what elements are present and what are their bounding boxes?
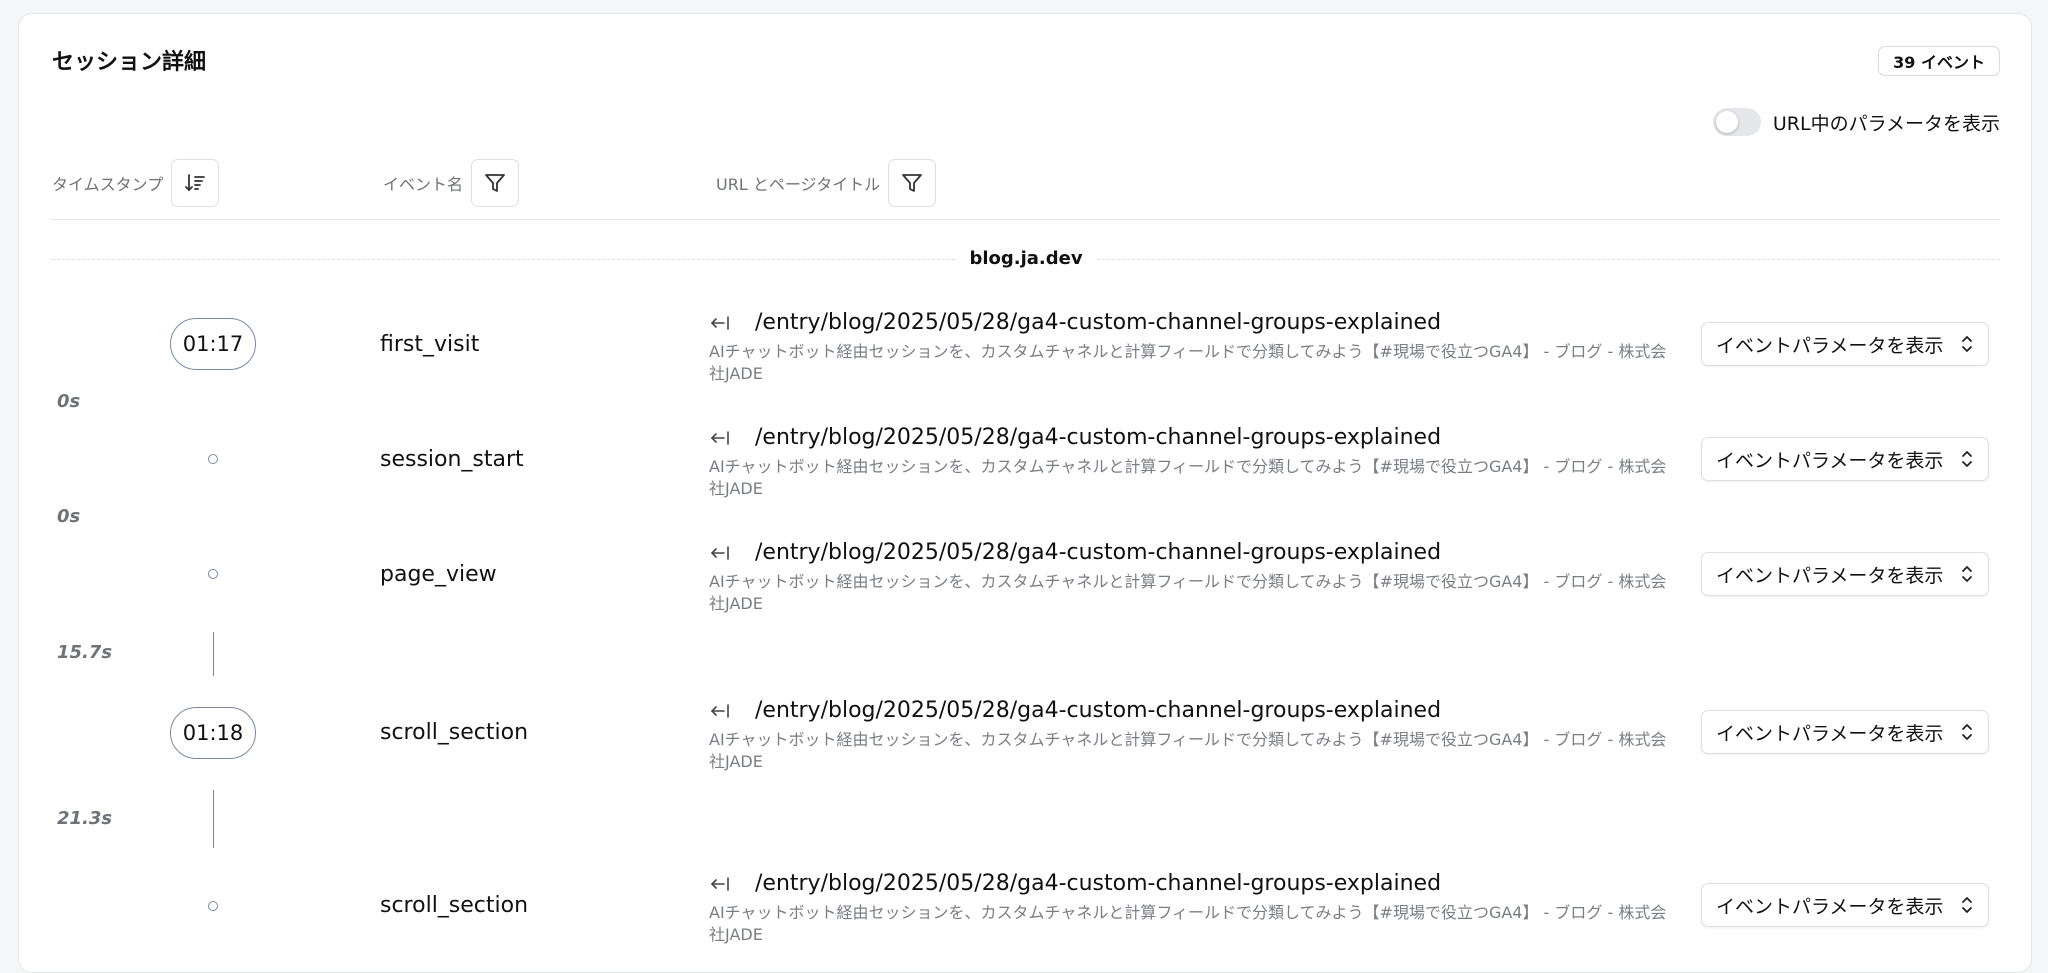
event-name: scroll_section — [380, 720, 529, 745]
url-block: /entry/blog/2025/05/28/ga4-custom-channe… — [709, 310, 1689, 385]
event-param-select[interactable]: イベントパラメータを表示 — [1701, 437, 1989, 481]
sort-descending-icon — [185, 174, 206, 192]
url-block: /entry/blog/2025/05/28/ga4-custom-channe… — [709, 871, 1689, 946]
url-path: /entry/blog/2025/05/28/ga4-custom-channe… — [755, 698, 1442, 723]
domain-label: blog.ja.dev — [955, 248, 1097, 269]
chevron-updown-icon — [1962, 451, 1972, 467]
page-title: セッション詳細 — [52, 50, 207, 75]
column-header-timestamp: タイムスタンプ — [52, 159, 220, 207]
url-path: /entry/blog/2025/05/28/ga4-custom-channe… — [755, 540, 1442, 565]
url-path: /entry/blog/2025/05/28/ga4-custom-channe… — [755, 871, 1442, 896]
page-title-text: AIチャットボット経由セッションを、カスタムチャネルと計算フィールドで分類してみ… — [709, 903, 1667, 944]
url-path: /entry/blog/2025/05/28/ga4-custom-channe… — [755, 425, 1442, 450]
event-param-select[interactable]: イベントパラメータを表示 — [1701, 322, 1989, 366]
sort-button[interactable] — [171, 159, 220, 207]
time-pill: 01:17 — [170, 318, 256, 370]
entry-arrow-icon — [709, 701, 733, 721]
event-name-filter-button[interactable] — [471, 159, 520, 207]
column-header-url: URL とページタイトル — [716, 159, 937, 207]
page-title-text: AIチャットボット経由セッションを、カスタムチャネルと計算フィールドで分類してみ… — [709, 342, 1667, 383]
header-divider — [52, 219, 2000, 220]
entry-arrow-icon — [709, 313, 733, 333]
filter-icon — [902, 174, 923, 192]
event-param-select[interactable]: イベントパラメータを表示 — [1701, 883, 1989, 927]
timeline-connector — [213, 632, 214, 676]
select-label: イベントパラメータを表示 — [1716, 895, 1944, 918]
duration-label: 0s — [57, 506, 81, 527]
select-label: イベントパラメータを表示 — [1716, 564, 1944, 587]
url-filter-button[interactable] — [888, 159, 937, 207]
page-title-text: AIチャットボット経由セッションを、カスタムチャネルと計算フィールドで分類してみ… — [709, 730, 1667, 771]
column-label-timestamp: タイムスタンプ — [52, 175, 164, 194]
url-block: /entry/blog/2025/05/28/ga4-custom-channe… — [709, 425, 1689, 500]
timeline-connector — [213, 790, 214, 848]
select-label: イベントパラメータを表示 — [1716, 449, 1944, 472]
entry-arrow-icon — [709, 874, 733, 894]
url-path: /entry/blog/2025/05/28/ga4-custom-channe… — [755, 310, 1442, 335]
duration-label: 0s — [57, 391, 81, 412]
domain-separator: blog.ja.dev — [52, 248, 2000, 272]
column-label-url: URL とページタイトル — [716, 175, 881, 194]
select-label: イベントパラメータを表示 — [1716, 722, 1944, 745]
chevron-updown-icon — [1962, 897, 1972, 913]
timeline-dot — [208, 454, 218, 464]
page-title-text: AIチャットボット経由セッションを、カスタムチャネルと計算フィールドで分類してみ… — [709, 457, 1667, 498]
chevron-updown-icon — [1962, 566, 1972, 582]
event-name: session_start — [380, 447, 524, 472]
event-param-select[interactable]: イベントパラメータを表示 — [1701, 552, 1989, 596]
select-label: イベントパラメータを表示 — [1716, 334, 1944, 357]
page-title-text: AIチャットボット経由セッションを、カスタムチャネルと計算フィールドで分類してみ… — [709, 572, 1667, 613]
event-name: page_view — [380, 562, 497, 587]
url-block: /entry/blog/2025/05/28/ga4-custom-channe… — [709, 698, 1689, 773]
url-param-toggle-switch[interactable] — [1712, 108, 1761, 136]
timeline-dot — [208, 569, 218, 579]
column-header-event-name: イベント名 — [383, 159, 520, 207]
duration-label: 21.3s — [57, 808, 113, 829]
url-block: /entry/blog/2025/05/28/ga4-custom-channe… — [709, 540, 1689, 615]
filter-icon — [485, 174, 505, 192]
toggle-knob — [1715, 111, 1738, 133]
url-param-toggle-group: URL中のパラメータを表示 — [1712, 108, 2000, 136]
column-label-event-name: イベント名 — [383, 175, 464, 194]
entry-arrow-icon — [709, 428, 733, 448]
event-count-badge: 39 イベント — [1878, 46, 2000, 76]
time-pill: 01:18 — [170, 707, 256, 759]
duration-label: 15.7s — [57, 642, 113, 663]
chevron-updown-icon — [1962, 336, 1972, 352]
timeline-dot — [208, 901, 218, 911]
chevron-updown-icon — [1962, 724, 1972, 740]
event-name: scroll_section — [380, 893, 529, 918]
event-name: first_visit — [380, 332, 480, 357]
url-param-toggle-label: URL中のパラメータを表示 — [1772, 112, 2000, 135]
entry-arrow-icon — [709, 543, 733, 563]
event-param-select[interactable]: イベントパラメータを表示 — [1701, 710, 1989, 754]
